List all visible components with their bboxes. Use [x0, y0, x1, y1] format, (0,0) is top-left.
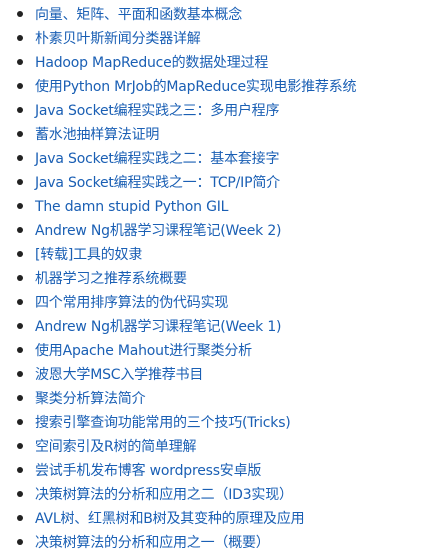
post-link[interactable]: 决策树算法的分析和应用之一（概要）: [35, 535, 270, 551]
post-link[interactable]: 使用Apache Mahout进行聚类分析: [35, 343, 252, 359]
bullet-icon: [17, 539, 23, 545]
list-item: The damn stupid Python GIL: [0, 194, 434, 218]
bullet-icon: [17, 467, 23, 473]
list-item: 蓄水池抽样算法证明: [0, 122, 434, 146]
bullet-icon: [17, 155, 23, 161]
list-item: 决策树算法的分析和应用之二（ID3实现）: [0, 482, 434, 506]
list-item: AVL树、红黑树和B树及其变种的原理及应用: [0, 506, 434, 530]
post-link[interactable]: 朴素贝叶斯新闻分类器详解: [35, 31, 201, 47]
list-item: 向量、矩阵、平面和函数基本概念: [0, 2, 434, 26]
list-item: 决策树算法的分析和应用之一（概要）: [0, 530, 434, 554]
post-link[interactable]: Java Socket编程实践之一：TCP/IP简介: [35, 175, 280, 191]
list-item: 机器学习之推荐系统概要: [0, 266, 434, 290]
post-link[interactable]: Java Socket编程实践之三：多用户程序: [35, 103, 279, 119]
bullet-icon: [17, 251, 23, 257]
bullet-icon: [17, 227, 23, 233]
list-item: 空间索引及R树的简单理解: [0, 434, 434, 458]
list-item: 聚类分析算法简介: [0, 386, 434, 410]
post-link[interactable]: 使用Python MrJob的MapReduce实现电影推荐系统: [35, 79, 357, 95]
post-link[interactable]: Andrew Ng机器学习课程笔记(Week 1): [35, 319, 281, 335]
post-link[interactable]: 聚类分析算法简介: [35, 391, 146, 407]
bullet-icon: [17, 11, 23, 17]
list-item: Java Socket编程实践之三：多用户程序: [0, 98, 434, 122]
post-link[interactable]: 尝试手机发布博客 wordpress安卓版: [35, 463, 261, 479]
post-link[interactable]: Andrew Ng机器学习课程笔记(Week 2): [35, 223, 281, 239]
list-item: 波恩大学MSC入学推荐书目: [0, 362, 434, 386]
bullet-icon: [17, 515, 23, 521]
post-link[interactable]: 空间索引及R树的简单理解: [35, 439, 197, 455]
bullet-icon: [17, 275, 23, 281]
post-link[interactable]: The damn stupid Python GIL: [35, 199, 228, 215]
bullet-icon: [17, 443, 23, 449]
bullet-icon: [17, 59, 23, 65]
bullet-icon: [17, 179, 23, 185]
list-item: [转载]工具的奴隶: [0, 242, 434, 266]
post-link[interactable]: 波恩大学MSC入学推荐书目: [35, 367, 203, 383]
list-item: 使用Python MrJob的MapReduce实现电影推荐系统: [0, 74, 434, 98]
post-link[interactable]: 蓄水池抽样算法证明: [35, 127, 159, 143]
bullet-icon: [17, 323, 23, 329]
list-item: 使用Apache Mahout进行聚类分析: [0, 338, 434, 362]
bullet-icon: [17, 107, 23, 113]
post-link[interactable]: 向量、矩阵、平面和函数基本概念: [35, 7, 242, 23]
post-link[interactable]: 四个常用排序算法的伪代码实现: [35, 295, 228, 311]
post-link[interactable]: [转载]工具的奴隶: [35, 247, 142, 263]
bullet-icon: [17, 491, 23, 497]
list-item: Andrew Ng机器学习课程笔记(Week 1): [0, 314, 434, 338]
post-link[interactable]: Java Socket编程实践之二：基本套接字: [35, 151, 279, 167]
post-link[interactable]: 搜索引擎查询功能常用的三个技巧(Tricks): [35, 415, 291, 431]
list-item: 四个常用排序算法的伪代码实现: [0, 290, 434, 314]
list-item: Andrew Ng机器学习课程笔记(Week 2): [0, 218, 434, 242]
bullet-icon: [17, 395, 23, 401]
list-item: 尝试手机发布博客 wordpress安卓版: [0, 458, 434, 482]
list-item: Java Socket编程实践之二：基本套接字: [0, 146, 434, 170]
list-item: Java Socket编程实践之一：TCP/IP简介: [0, 170, 434, 194]
list-item: 朴素贝叶斯新闻分类器详解: [0, 26, 434, 50]
bullet-icon: [17, 35, 23, 41]
post-link[interactable]: 机器学习之推荐系统概要: [35, 271, 187, 287]
bullet-icon: [17, 371, 23, 377]
bullet-icon: [17, 131, 23, 137]
bullet-icon: [17, 203, 23, 209]
bullet-icon: [17, 347, 23, 353]
bullet-icon: [17, 83, 23, 89]
post-link[interactable]: Hadoop MapReduce的数据处理过程: [35, 55, 268, 71]
bullet-icon: [17, 419, 23, 425]
post-list: 向量、矩阵、平面和函数基本概念 朴素贝叶斯新闻分类器详解 Hadoop MapR…: [0, 2, 434, 554]
post-link[interactable]: 决策树算法的分析和应用之二（ID3实现）: [35, 487, 293, 503]
list-item: 搜索引擎查询功能常用的三个技巧(Tricks): [0, 410, 434, 434]
post-link[interactable]: AVL树、红黑树和B树及其变种的原理及应用: [35, 511, 305, 527]
bullet-icon: [17, 299, 23, 305]
list-item: Hadoop MapReduce的数据处理过程: [0, 50, 434, 74]
